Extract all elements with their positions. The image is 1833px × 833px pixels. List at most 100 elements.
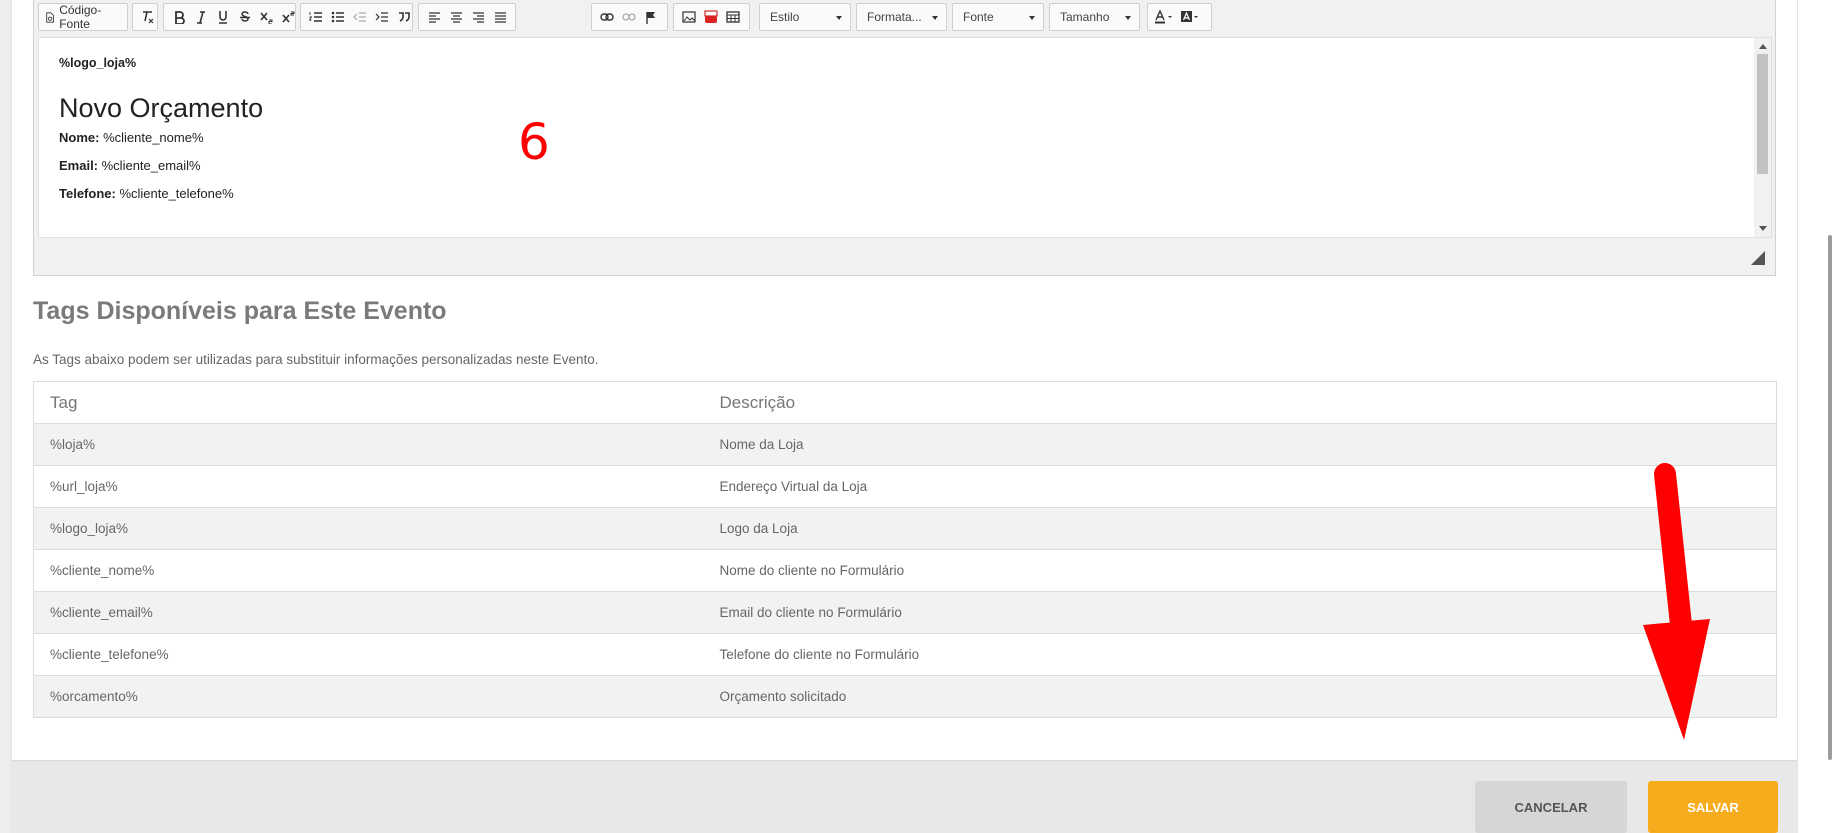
source-code-button[interactable]: Código-Fonte xyxy=(43,3,123,31)
toolbar-group-links xyxy=(591,3,668,31)
description-cell: Nome da Loja xyxy=(703,423,1777,466)
style-dropdown[interactable]: Estilo xyxy=(759,3,851,31)
blockquote-button[interactable] xyxy=(393,6,415,28)
tag-cell: %logo_loja% xyxy=(33,507,704,550)
quote-icon xyxy=(398,12,410,22)
column-header-tag: Tag xyxy=(33,381,704,424)
rich-text-editor: Código-Fonte Estilo Formata... Fonte Tam… xyxy=(33,0,1776,276)
table-button[interactable] xyxy=(722,6,744,28)
numbered-list-button[interactable] xyxy=(305,6,327,28)
underline-icon xyxy=(219,11,227,24)
chevron-down-icon xyxy=(836,16,842,20)
strikethrough-button[interactable] xyxy=(234,6,256,28)
table-row: %logo_loja% Logo da Loja xyxy=(33,507,1777,550)
description-cell: Orçamento solicitado xyxy=(703,675,1777,718)
align-center-icon xyxy=(450,11,462,23)
save-button[interactable]: SALVAR xyxy=(1648,781,1778,833)
cancel-button[interactable]: CANCELAR xyxy=(1475,781,1627,833)
align-left-button[interactable] xyxy=(423,6,445,28)
strikethrough-icon xyxy=(240,10,250,22)
table-row: %orcamento% Orçamento solicitado xyxy=(33,675,1777,718)
subscript-button[interactable] xyxy=(256,6,278,28)
description-cell: Logo da Loja xyxy=(703,507,1777,550)
document-icon xyxy=(46,11,54,23)
text-color-icon xyxy=(1155,10,1172,24)
field-label: Nome: xyxy=(59,130,100,145)
numbered-list-icon xyxy=(309,12,322,22)
font-dropdown[interactable]: Fonte xyxy=(952,3,1044,31)
decrease-indent-button[interactable] xyxy=(349,6,371,28)
justify-icon xyxy=(494,11,506,23)
image-button[interactable] xyxy=(678,6,700,28)
unlink-icon xyxy=(622,13,636,21)
editor-content-area[interactable]: %logo_loja% Novo Orçamento Nome: %client… xyxy=(38,37,1772,238)
background-color-button[interactable] xyxy=(1178,6,1204,28)
unlink-button[interactable] xyxy=(618,6,640,28)
bold-icon xyxy=(175,10,185,24)
description-cell: Email do cliente no Formulário xyxy=(703,591,1777,634)
tag-cell: %loja% xyxy=(33,423,704,466)
anchor-button[interactable] xyxy=(640,6,662,28)
size-dropdown[interactable]: Tamanho xyxy=(1049,3,1140,31)
align-right-icon xyxy=(472,11,484,23)
bulleted-list-button[interactable] xyxy=(327,6,349,28)
youtube-button[interactable] xyxy=(700,6,722,28)
column-header-description: Descrição xyxy=(703,381,1777,424)
tag-cell: %url_loja% xyxy=(33,465,704,508)
scroll-down-icon[interactable] xyxy=(1759,226,1767,231)
toolbar-group-basic-styles xyxy=(163,3,296,31)
table-row: %loja% Nome da Loja xyxy=(33,423,1777,466)
field-value: %cliente_email% xyxy=(98,158,201,173)
underline-button[interactable] xyxy=(212,6,234,28)
size-dropdown-label: Tamanho xyxy=(1060,10,1110,24)
field-label: Email: xyxy=(59,158,99,173)
remove-format-button[interactable] xyxy=(137,6,159,28)
image-icon xyxy=(682,11,696,23)
chevron-down-icon xyxy=(1125,16,1131,20)
editor-heading: Novo Orçamento xyxy=(59,93,264,123)
table-row: %url_loja% Endereço Virtual da Loja xyxy=(33,465,1777,508)
logo-tag-text: %logo_loja% xyxy=(59,56,137,70)
field-line-name: Nome: %cliente_nome% xyxy=(59,130,204,145)
increase-indent-button[interactable] xyxy=(371,6,393,28)
description-cell: Nome do cliente no Formulário xyxy=(703,549,1777,592)
editor-scrollbar-thumb[interactable] xyxy=(1757,54,1768,174)
italic-button[interactable] xyxy=(190,6,212,28)
flag-icon xyxy=(646,11,655,24)
table-header-row: Tag Descrição xyxy=(33,381,1777,424)
toolbar-group-paragraph xyxy=(300,3,413,31)
field-line-phone: Telefone: %cliente_telefone% xyxy=(59,186,234,201)
page-scrollbar-thumb[interactable] xyxy=(1828,235,1832,760)
indent-icon xyxy=(375,12,388,22)
superscript-button[interactable] xyxy=(278,6,300,28)
tag-cell: %orcamento% xyxy=(33,675,704,718)
tags-section-title: Tags Disponíveis para Este Evento xyxy=(33,297,447,325)
bulleted-list-icon xyxy=(331,11,344,23)
editor-scrollbar[interactable] xyxy=(1754,38,1771,237)
align-left-icon xyxy=(428,11,440,23)
align-center-button[interactable] xyxy=(445,6,467,28)
link-button[interactable] xyxy=(596,6,618,28)
table-row: %cliente_nome% Nome do cliente no Formulá… xyxy=(33,549,1777,592)
align-right-button[interactable] xyxy=(467,6,489,28)
source-code-label: Código-Fonte xyxy=(59,3,102,31)
table-row: %cliente_telefone% Telefone do cliente no… xyxy=(33,633,1777,676)
scroll-up-icon[interactable] xyxy=(1759,44,1767,49)
toolbar-group-clear xyxy=(132,3,158,31)
bold-button[interactable] xyxy=(168,6,190,28)
justify-button[interactable] xyxy=(489,6,511,28)
field-line-email: Email: %cliente_email% xyxy=(59,158,201,173)
italic-icon xyxy=(197,10,205,24)
chevron-down-icon xyxy=(1029,16,1035,20)
resize-handle-icon[interactable] xyxy=(1751,251,1765,265)
toolbar-group-align xyxy=(418,3,516,31)
tags-table: Tag Descrição %loja% Nome da Loja %url_lo… xyxy=(33,381,1777,718)
page-left-border xyxy=(0,0,12,833)
remove-format-icon xyxy=(143,11,154,24)
link-icon xyxy=(600,13,614,21)
format-dropdown-label: Formata... xyxy=(867,10,922,24)
text-color-button[interactable] xyxy=(1152,6,1178,28)
tag-cell: %cliente_nome% xyxy=(33,549,704,592)
format-dropdown[interactable]: Formata... xyxy=(856,3,947,31)
toolbar-group-source: Código-Fonte xyxy=(38,3,128,31)
